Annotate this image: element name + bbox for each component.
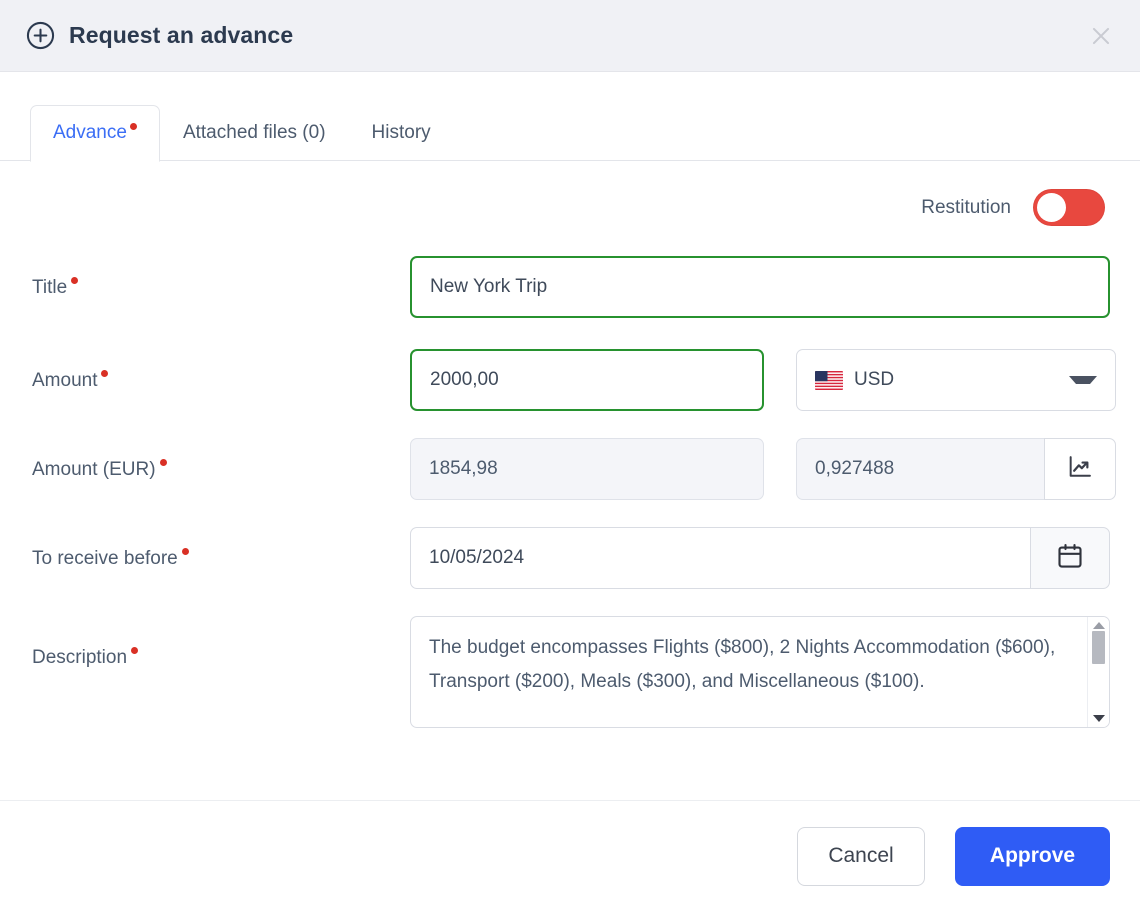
- restitution-row: Restitution: [30, 161, 1110, 226]
- currency-code-label: USD: [854, 369, 895, 390]
- required-dot-icon: [159, 458, 167, 466]
- plus-circle-icon: [26, 21, 55, 50]
- calendar-picker-button[interactable]: [1030, 527, 1110, 589]
- chart-line-up-icon: [1066, 453, 1094, 486]
- restitution-label: Restitution: [921, 196, 1011, 218]
- required-dot-icon: [71, 276, 79, 284]
- label-receive-before: To receive before: [30, 547, 410, 569]
- description-scrollbar-track: [1088, 622, 1109, 715]
- close-icon[interactable]: [1084, 19, 1118, 53]
- required-dot-icon: [131, 647, 139, 654]
- label-amount-eur-text: Amount (EUR): [32, 458, 156, 480]
- tab-history[interactable]: History: [349, 105, 454, 162]
- restitution-toggle[interactable]: [1033, 189, 1105, 226]
- fields-title: New York Trip: [410, 256, 1110, 318]
- label-amount: Amount: [30, 369, 410, 391]
- tab-advance-label: Advance: [53, 122, 127, 143]
- scroll-down-arrow-icon[interactable]: [1092, 715, 1105, 722]
- approve-button[interactable]: Approve: [955, 826, 1110, 886]
- form-row-description: Description The budget encompasses Fligh…: [30, 616, 1110, 728]
- required-dot-icon: [129, 123, 137, 130]
- exchange-rate-button[interactable]: [1044, 438, 1116, 500]
- fields-amount: 2000,00 USD: [410, 349, 1116, 411]
- description-textarea[interactable]: The budget encompasses Flights ($800), 2…: [411, 617, 1087, 727]
- fields-amount-eur: 1854,98 0,927488: [410, 438, 1116, 500]
- tab-bar: Advance Attached files (0) History: [0, 72, 1140, 162]
- description-textarea-wrapper: The budget encompasses Flights ($800), 2…: [410, 616, 1110, 728]
- title-input[interactable]: New York Trip: [410, 256, 1110, 318]
- modal-body: Restitution Title New York Trip Amount 2…: [0, 161, 1140, 800]
- restitution-toggle-knob: [1037, 193, 1066, 222]
- tabs: Advance Attached files (0) History: [30, 105, 1140, 162]
- modal-title: Request an advance: [69, 22, 294, 48]
- form-row-amount-eur: Amount (EUR) 1854,98 0,927488: [30, 438, 1116, 500]
- label-title: Title: [30, 276, 410, 298]
- label-description-text: Description: [32, 647, 128, 668]
- scroll-up-arrow-icon[interactable]: [1092, 622, 1105, 629]
- receive-before-input[interactable]: 10/05/2024: [410, 527, 1030, 589]
- required-dot-icon: [181, 547, 189, 555]
- tab-attached-files[interactable]: Attached files (0): [160, 105, 349, 162]
- form-row-title: Title New York Trip: [30, 256, 1110, 318]
- currency-select[interactable]: USD: [796, 349, 1116, 411]
- label-receive-before-text: To receive before: [32, 547, 178, 569]
- tab-history-label: History: [371, 122, 431, 143]
- label-description: Description: [30, 616, 410, 667]
- modal-footer: Cancel Approve: [0, 800, 1140, 911]
- required-dot-icon: [101, 369, 109, 377]
- modal-header-left: Request an advance: [26, 21, 1084, 50]
- tab-advance[interactable]: Advance: [30, 105, 160, 162]
- amount-eur-input: 1854,98: [410, 438, 764, 500]
- exchange-rate-group: 0,927488: [796, 438, 1116, 500]
- form-row-receive-before: To receive before 10/05/2024: [30, 527, 1110, 589]
- description-scrollbar[interactable]: [1087, 617, 1109, 727]
- calendar-icon: [1055, 541, 1085, 576]
- description-scrollbar-thumb[interactable]: [1092, 631, 1105, 664]
- form-row-amount: Amount 2000,00 USD: [30, 349, 1116, 411]
- modal-header: Request an advance: [0, 0, 1140, 72]
- label-amount-eur: Amount (EUR): [30, 458, 410, 480]
- fields-description: The budget encompasses Flights ($800), 2…: [410, 616, 1110, 728]
- label-amount-text: Amount: [32, 369, 98, 391]
- chevron-down-icon: [1069, 376, 1097, 384]
- us-flag-icon: [815, 370, 843, 390]
- date-input-group: 10/05/2024: [410, 527, 1110, 589]
- tab-attached-files-label: Attached files (0): [182, 122, 326, 143]
- cancel-button[interactable]: Cancel: [797, 826, 925, 886]
- fields-receive-before: 10/05/2024: [410, 527, 1110, 589]
- amount-input[interactable]: 2000,00: [410, 349, 764, 411]
- exchange-rate-input: 0,927488: [796, 438, 1044, 500]
- request-advance-modal: Request an advance Advance Attached file…: [0, 0, 1140, 911]
- label-title-text: Title: [32, 276, 68, 298]
